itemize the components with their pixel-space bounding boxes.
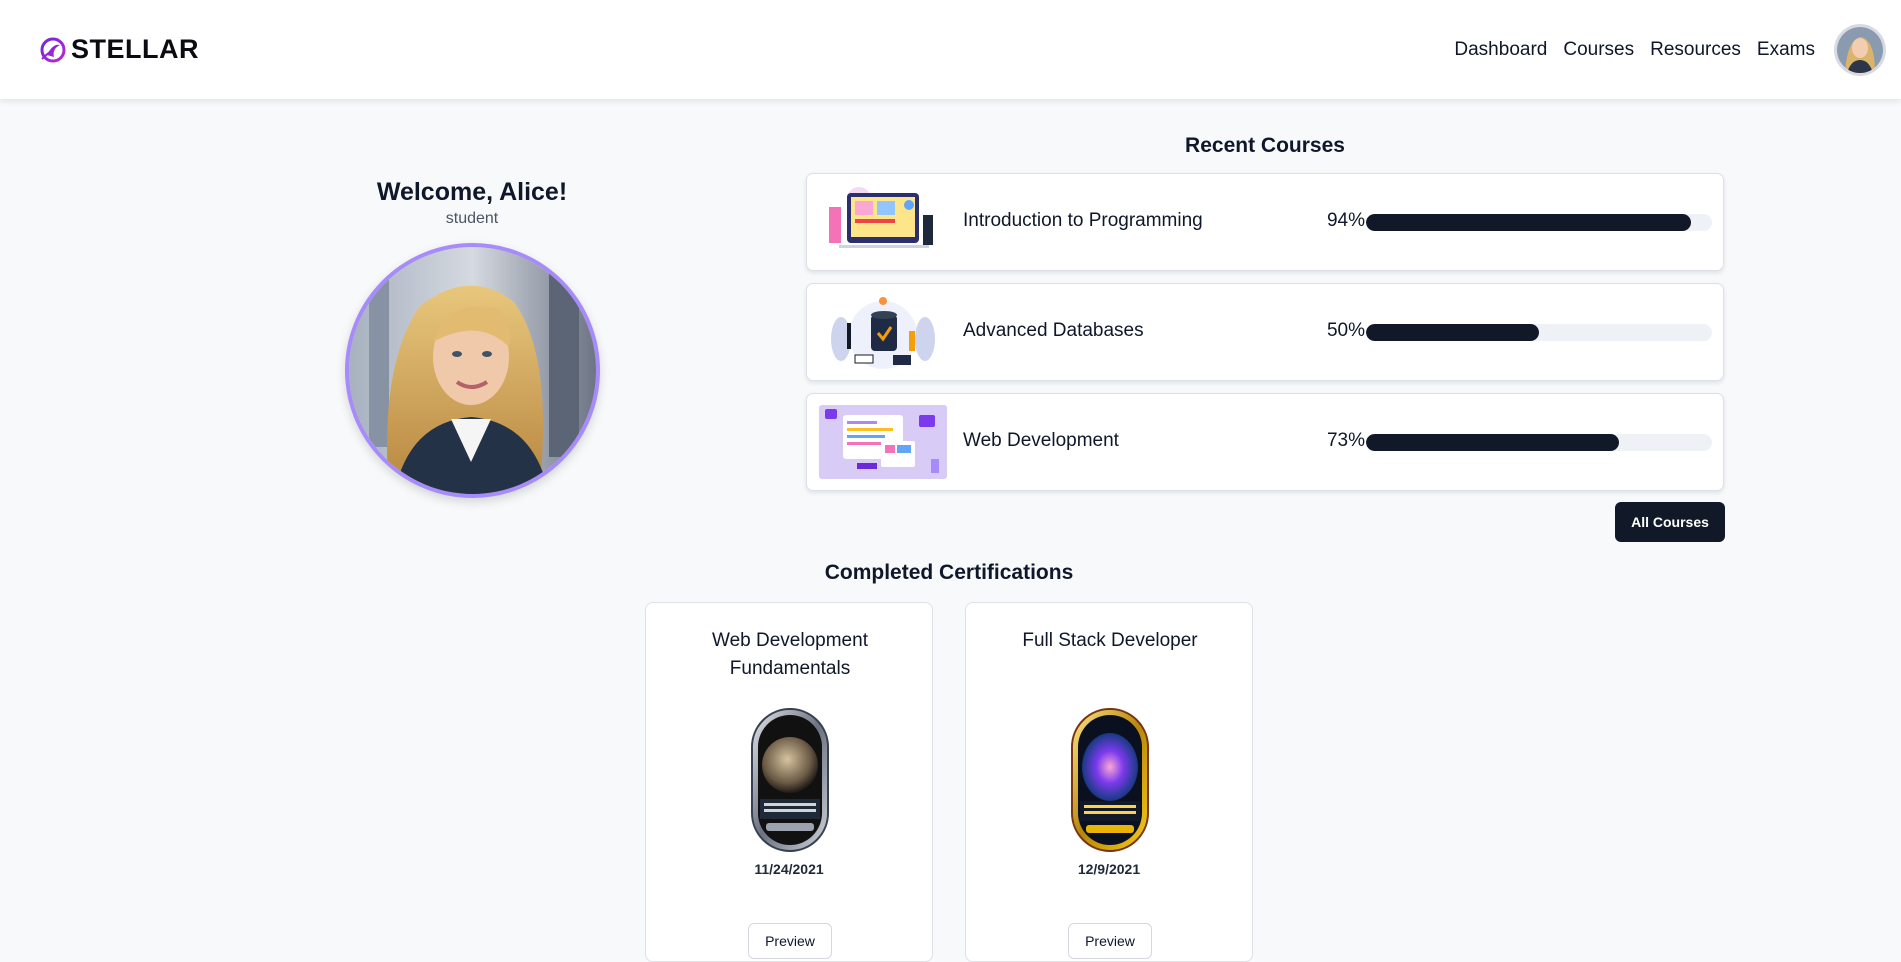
nav-link-resources[interactable]: Resources [1650,39,1741,61]
course-progress-fill [1366,324,1539,341]
certification-name: Web Development Fundamentals [712,630,868,679]
main-nav: Dashboard Courses Resources Exams [1454,26,1883,73]
user-avatar[interactable] [1837,26,1883,73]
preview-button[interactable]: Preview [1068,923,1152,959]
certification-card-full-stack: Full Stack Developer 12/9/2021 Preview [965,602,1253,962]
course-progress-percent: 50% [1326,320,1365,341]
welcome-heading: Welcome, Alice! [376,178,568,206]
certification-date: 12/9/2021 [1077,861,1141,877]
course-progress-fill [1366,434,1619,451]
course-thumbnail [819,295,947,369]
course-card-advanced-databases[interactable]: Advanced Databases 50% [806,283,1724,381]
course-progress-percent: 94% [1326,210,1365,231]
completed-certifications-title: Completed Certifications [824,561,1074,584]
certification-badge-icon [1071,708,1149,852]
top-navbar: STELLAR Dashboard Courses Resources Exam… [0,0,1901,99]
course-card-intro-programming[interactable]: Introduction to Programming 94% [806,173,1724,271]
nav-link-courses[interactable]: Courses [1563,39,1634,61]
course-card-web-development[interactable]: Web Development 73% [806,393,1724,491]
course-title: Web Development [963,430,1119,451]
course-progress-fill [1366,214,1692,231]
brand-name: STELLAR [71,34,199,64]
certification-name: Full Stack Developer [1022,630,1198,651]
preview-button[interactable]: Preview [748,923,832,959]
profile-photo [345,243,600,498]
certification-date: 11/24/2021 [754,861,824,877]
course-thumbnail [819,405,947,479]
all-courses-button[interactable]: All Courses [1615,502,1725,542]
welcome-section: Welcome, Alice! student [340,174,604,228]
course-progress-percent: 73% [1326,430,1365,451]
recent-courses-title: Recent Courses [1185,134,1345,157]
course-thumbnail [819,185,947,259]
stellar-logo-icon [40,37,66,62]
course-title: Advanced Databases [963,320,1144,341]
course-progress-bar [1366,434,1712,451]
nav-link-dashboard[interactable]: Dashboard [1454,39,1547,61]
user-role: student [445,210,499,227]
nav-link-exams[interactable]: Exams [1757,39,1815,61]
course-title: Introduction to Programming [963,210,1203,231]
course-progress-bar [1366,324,1712,341]
course-progress-bar [1366,214,1712,231]
brand-logo[interactable]: STELLAR [38,34,199,65]
certification-badge-icon [751,708,829,852]
certification-card-web-dev-fundamentals: Web Development Fundamentals 11/24/2021 … [645,602,933,962]
